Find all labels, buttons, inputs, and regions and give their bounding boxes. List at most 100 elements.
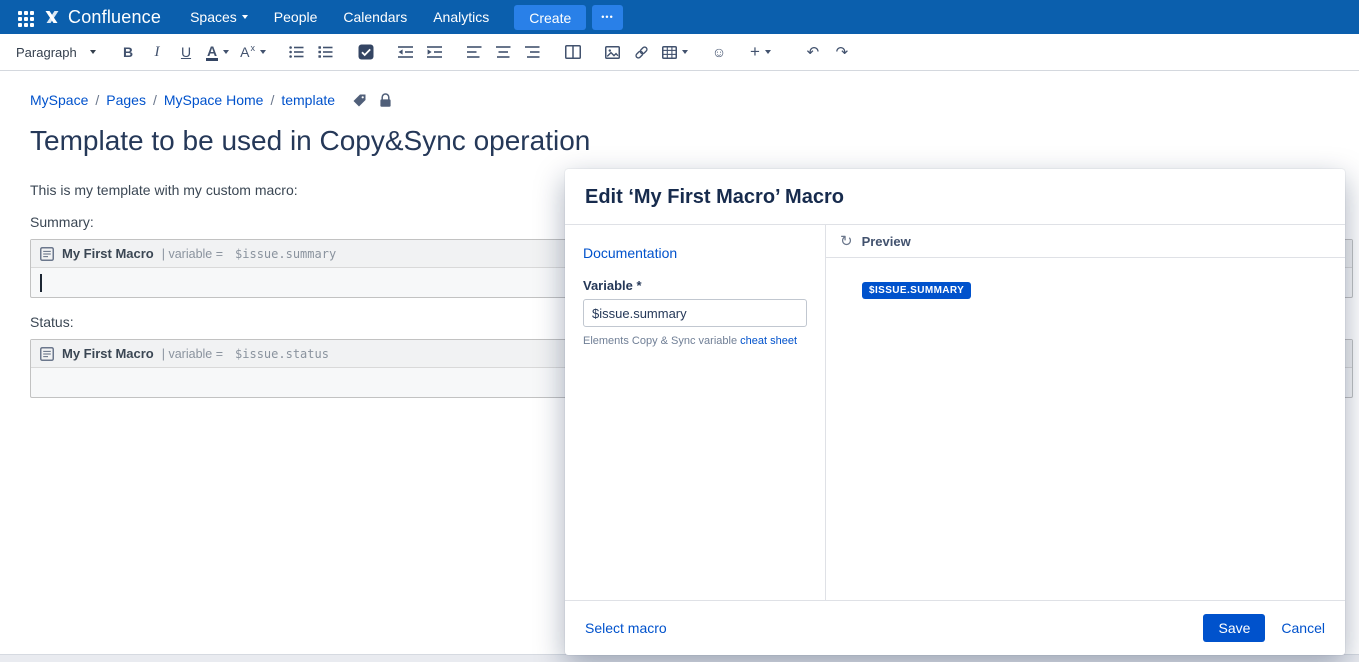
breadcrumb: MySpace / Pages / MySpace Home / templat… — [30, 92, 1353, 108]
editor-bottom-bar — [0, 654, 1359, 662]
helper-text: Elements Copy & Sync variable — [583, 335, 737, 347]
undo-button[interactable]: ↶ — [800, 39, 826, 66]
bullet-list-button[interactable] — [284, 39, 310, 66]
save-button[interactable]: Save — [1203, 614, 1265, 642]
indent-button[interactable] — [422, 39, 448, 66]
align-center-icon — [496, 45, 511, 59]
breadcrumb-link-space[interactable]: MySpace — [30, 92, 88, 108]
cancel-link[interactable]: Cancel — [1281, 620, 1325, 636]
macro-icon — [40, 247, 54, 261]
task-list-button[interactable] — [353, 39, 379, 66]
numbered-list-button[interactable] — [313, 39, 339, 66]
nav-item-analytics[interactable]: Analytics — [422, 3, 500, 31]
underline-button[interactable]: U — [173, 39, 199, 66]
create-button[interactable]: Create — [514, 5, 586, 30]
macro-params-pane: Documentation Variable * Elements Copy &… — [565, 225, 825, 600]
nav-item-label: Spaces — [190, 9, 237, 25]
variable-field-label: Variable * — [583, 278, 807, 293]
outdent-icon — [398, 45, 413, 59]
chevron-down-icon — [765, 50, 771, 54]
text-cursor — [40, 274, 42, 292]
restrictions-lock-icon[interactable] — [379, 93, 392, 108]
nav-item-calendars[interactable]: Calendars — [332, 3, 418, 31]
confluence-logo[interactable]: Confluence — [42, 7, 161, 28]
bold-button[interactable]: B — [115, 39, 141, 66]
text-color-icon: A — [206, 44, 218, 61]
macro-name: My First Macro — [62, 346, 154, 361]
editor-toolbar: Paragraph B I U A A x — [0, 34, 1359, 71]
breadcrumb-separator: / — [153, 92, 157, 108]
variable-input[interactable] — [583, 299, 807, 327]
page-layout-icon — [565, 45, 581, 59]
insert-link-button[interactable] — [629, 39, 655, 66]
breadcrumb-separator: / — [95, 92, 99, 108]
macro-param-label: | variable = — [162, 347, 223, 361]
formatting-icon: A — [240, 44, 249, 60]
formatting-sup-icon: x — [250, 43, 255, 53]
emoji-button[interactable]: ☺ — [706, 39, 732, 66]
chevron-down-icon — [260, 50, 266, 54]
top-navbar: Confluence Spaces People Calendars Analy… — [0, 0, 1359, 34]
link-icon — [634, 45, 649, 60]
preview-body: $ISSUE.SUMMARY — [826, 258, 1345, 600]
macro-name: My First Macro — [62, 246, 154, 261]
macro-preview-pane: ↻ Preview $ISSUE.SUMMARY — [825, 225, 1345, 600]
app-switcher-button[interactable] — [10, 3, 38, 31]
breadcrumb-link-pages[interactable]: Pages — [106, 92, 146, 108]
select-macro-link[interactable]: Select macro — [585, 620, 667, 636]
plus-icon: + — [750, 42, 760, 62]
chevron-down-icon — [223, 50, 229, 54]
cheat-sheet-link[interactable]: cheat sheet — [740, 335, 797, 347]
primary-nav: Spaces People Calendars Analytics — [179, 3, 500, 31]
text-color-button[interactable]: A — [202, 39, 233, 66]
align-center-button[interactable] — [491, 39, 517, 66]
page-title: Template to be used in Copy&Sync operati… — [30, 125, 1353, 157]
chevron-down-icon — [90, 50, 96, 54]
macro-param-value: $issue.summary — [235, 247, 336, 261]
page-layout-button[interactable] — [560, 39, 586, 66]
macro-param-label: | variable = — [162, 247, 223, 261]
nav-item-spaces[interactable]: Spaces — [179, 3, 259, 31]
dialog-body: Documentation Variable * Elements Copy &… — [565, 225, 1345, 600]
chevron-down-icon — [682, 50, 688, 54]
redo-button[interactable]: ↷ — [829, 39, 855, 66]
macro-icon — [40, 347, 54, 361]
preview-title: Preview — [862, 234, 911, 249]
task-checkbox-icon — [358, 44, 374, 60]
dialog-title: Edit ‘My First Macro’ Macro — [585, 186, 1325, 209]
breadcrumb-link-home[interactable]: MySpace Home — [164, 92, 264, 108]
preview-header: ↻ Preview — [826, 225, 1345, 258]
paragraph-style-dropdown[interactable]: Paragraph — [12, 39, 100, 66]
align-right-button[interactable] — [520, 39, 546, 66]
dialog-header: Edit ‘My First Macro’ Macro — [565, 169, 1345, 225]
indent-icon — [427, 45, 442, 59]
insert-more-button[interactable]: + — [746, 39, 775, 66]
variable-badge: $ISSUE.SUMMARY — [862, 282, 971, 299]
chevron-down-icon — [242, 15, 248, 19]
table-icon — [662, 46, 677, 59]
align-left-button[interactable] — [462, 39, 488, 66]
breadcrumb-link-template[interactable]: template — [281, 92, 335, 108]
insert-files-button[interactable] — [600, 39, 626, 66]
bullet-list-icon — [289, 45, 304, 59]
nav-item-people[interactable]: People — [263, 3, 329, 31]
macro-param-value: $issue.status — [235, 347, 329, 361]
dialog-footer: Select macro Save Cancel — [565, 600, 1345, 655]
more-formatting-button[interactable]: A x — [236, 39, 270, 66]
refresh-icon[interactable]: ↻ — [840, 232, 853, 250]
documentation-link[interactable]: Documentation — [583, 245, 677, 261]
variable-helper-text: Elements Copy & Sync variable cheat shee… — [583, 335, 807, 347]
labels-tag-icon[interactable] — [352, 93, 367, 108]
italic-button[interactable]: I — [144, 39, 170, 66]
align-right-icon — [525, 45, 540, 59]
image-icon — [605, 46, 620, 59]
insert-table-button[interactable] — [658, 39, 692, 66]
confluence-logo-icon — [42, 7, 62, 27]
app-grid-icon — [18, 11, 22, 15]
numbered-list-icon — [318, 45, 333, 59]
breadcrumb-separator: / — [270, 92, 274, 108]
outdent-button[interactable] — [393, 39, 419, 66]
paragraph-style-label: Paragraph — [16, 45, 77, 60]
nav-more-button[interactable]: ••• — [592, 5, 622, 30]
product-name: Confluence — [68, 7, 161, 28]
